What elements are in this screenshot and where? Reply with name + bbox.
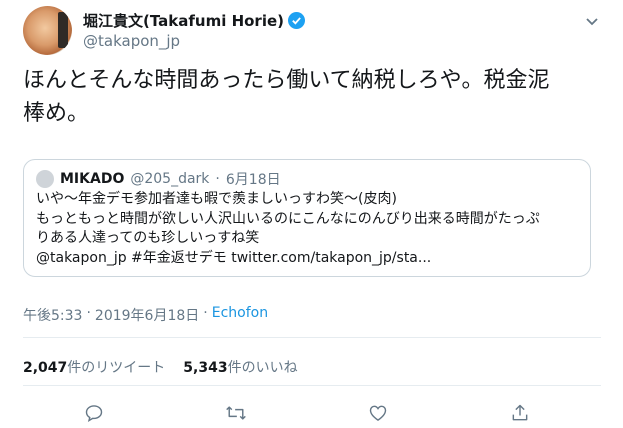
avatar-book-graphic bbox=[58, 12, 68, 48]
tweet-meta: 午後5:33 · 2019年6月18日 · Echofon bbox=[23, 305, 268, 325]
quoted-text-line: りある人達ってのも珍しいっすね笑 bbox=[36, 230, 260, 246]
quoted-tweet-header: MIKADO @205_dark · 6月18日 bbox=[36, 169, 281, 189]
quoted-text-line: @takapon_jp #年金返せデモ twitter.com/takapon_… bbox=[36, 249, 432, 266]
quoted-author-name: MIKADO bbox=[60, 171, 125, 187]
tweet-text: ほんとそんな時間あったら働いて納税しろや。税金泥 棒め。 bbox=[23, 64, 593, 130]
tweet-actions bbox=[0, 399, 623, 427]
chevron-down-icon[interactable] bbox=[585, 12, 599, 31]
source-app-link[interactable]: Echofon bbox=[212, 305, 268, 325]
tweet-text-line: ほんとそんな時間あったら働いて納税しろや。税金泥 bbox=[23, 68, 550, 93]
like-icon[interactable] bbox=[364, 399, 392, 427]
like-count: 5,343 bbox=[183, 360, 228, 376]
author-name-row: 堀江貴文(Takafumi Horie) bbox=[83, 10, 305, 31]
author-avatar[interactable] bbox=[23, 6, 72, 55]
retweet-count: 2,047 bbox=[23, 360, 68, 376]
verified-badge-icon bbox=[288, 12, 305, 29]
meta-separator: · bbox=[86, 305, 91, 321]
quoted-date: 6月18日 bbox=[225, 172, 281, 188]
retweet-stat[interactable]: 2,047件のリツイート bbox=[23, 357, 165, 377]
share-icon[interactable] bbox=[506, 399, 534, 427]
retweet-icon[interactable] bbox=[222, 399, 250, 427]
reply-icon[interactable] bbox=[80, 399, 108, 427]
tweet-date[interactable]: 2019年6月18日 bbox=[95, 305, 199, 325]
like-label: 件のいいね bbox=[227, 360, 298, 376]
like-stat[interactable]: 5,343件のいいね bbox=[183, 357, 297, 377]
quoted-author-avatar bbox=[36, 170, 54, 188]
quoted-separator: · bbox=[215, 171, 220, 187]
meta-separator: · bbox=[203, 305, 208, 321]
tweet-time[interactable]: 午後5:33 bbox=[23, 305, 82, 325]
tweet-text-line: 棒め。 bbox=[23, 101, 90, 126]
quoted-text-line: もっともっと時間が欲しい人沢山いるのにこんなにのんびり出来る時間がたっぷ bbox=[36, 210, 540, 227]
quoted-text-line: いや〜年金デモ参加者達も暇で羨ましいっすわ笑〜(皮肉) bbox=[36, 191, 397, 207]
divider bbox=[23, 337, 601, 338]
quoted-tweet-body: いや〜年金デモ参加者達も暇で羨ましいっすわ笑〜(皮肉) もっともっと時間が欲しい… bbox=[36, 190, 581, 268]
quoted-author-handle: @205_dark bbox=[130, 171, 210, 187]
author-handle[interactable]: @takapon_jp bbox=[83, 32, 180, 50]
quoted-tweet[interactable]: MIKADO @205_dark · 6月18日 いや〜年金デモ参加者達も暇で羨… bbox=[23, 159, 591, 277]
divider bbox=[23, 385, 601, 386]
tweet-stats: 2,047件のリツイート 5,343件のいいね bbox=[23, 357, 298, 377]
author-display-name[interactable]: 堀江貴文(Takafumi Horie) bbox=[83, 10, 284, 31]
retweet-label: 件のリツイート bbox=[67, 360, 166, 376]
